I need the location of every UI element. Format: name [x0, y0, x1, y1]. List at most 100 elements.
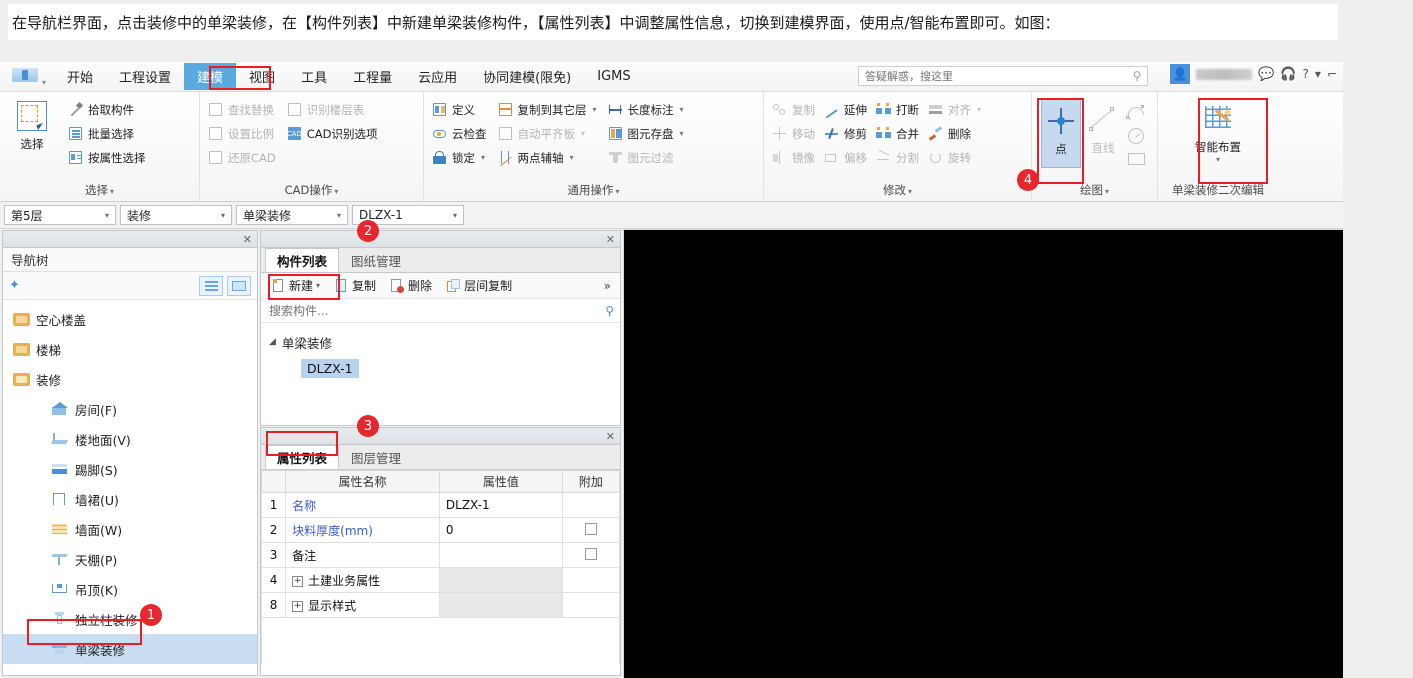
nav-tree-item-room[interactable]: 房间(F)	[3, 394, 257, 424]
component-cross-floor-copy-button[interactable]: 层间复制	[440, 275, 518, 296]
chevron-down-icon[interactable]: ▾	[1315, 67, 1321, 81]
mirror-button[interactable]: 镜像	[769, 146, 819, 169]
restore-cad-button[interactable]: 还原CAD	[205, 146, 280, 169]
set-scale-button[interactable]: 设置比例	[205, 122, 280, 145]
table-row[interactable]: 4 + 土建业务属性	[261, 567, 620, 593]
nav-tree-item-floor-surface[interactable]: 楼地面(V)	[3, 424, 257, 454]
table-row[interactable]: 3 备注	[261, 542, 620, 568]
attach-checkbox[interactable]	[584, 547, 597, 560]
search-icon[interactable]: ⚲	[1127, 69, 1147, 83]
close-icon[interactable]: ✕	[606, 233, 615, 246]
chevron-down-icon[interactable]: ▾	[680, 129, 684, 138]
drawing-line-button[interactable]: 直线	[1083, 98, 1123, 168]
property-row-value[interactable]: DLZX-1	[438, 492, 563, 518]
component-type-selector[interactable]: 单梁装修 ▾	[236, 205, 348, 225]
chevron-down-icon[interactable]: ▾	[101, 211, 113, 220]
more-icon[interactable]: ⌐	[1327, 67, 1337, 81]
chevron-down-icon[interactable]: ▾	[333, 211, 345, 220]
expand-icon[interactable]: +	[292, 600, 304, 612]
length-dimension-button[interactable]: 长度标注 ▾	[605, 98, 688, 121]
trim-button[interactable]: 修剪	[821, 122, 871, 145]
nav-tree-item-beam-decoration[interactable]: 单梁装修	[3, 634, 257, 664]
menu-tab-modeling[interactable]: 建模	[184, 63, 237, 90]
element-save-button[interactable]: 图元存盘 ▾	[605, 122, 688, 145]
menu-tab-igms[interactable]: IGMS	[584, 65, 643, 88]
nav-tree-item-wall-surface[interactable]: 墙面(W)	[3, 514, 257, 544]
element-filter-button[interactable]: 图元过滤	[605, 146, 688, 169]
tab-drawing-management[interactable]: 图纸管理	[339, 248, 413, 272]
close-icon[interactable]: ✕	[606, 430, 615, 443]
drawing-point-button[interactable]: 点	[1041, 98, 1081, 168]
chevron-down-icon[interactable]: ▾	[1216, 155, 1220, 164]
pick-component-button[interactable]: 拾取构件	[65, 98, 150, 121]
offset-button[interactable]: 偏移	[821, 146, 871, 169]
component-copy-button[interactable]: 复制	[328, 275, 382, 296]
extend-button[interactable]: 延伸	[821, 98, 871, 121]
table-row[interactable]: 2 块料厚度(mm) 0	[261, 517, 620, 543]
attach-checkbox[interactable]	[584, 522, 597, 535]
global-search-input[interactable]	[859, 68, 1127, 84]
chevron-down-icon[interactable]: ▾	[316, 281, 320, 290]
menu-tab-project-settings[interactable]: 工程设置	[106, 63, 184, 90]
expand-arrow-icon[interactable]: ◢	[269, 337, 276, 347]
component-delete-button[interactable]: 删除	[384, 275, 438, 296]
find-replace-button[interactable]: 查找替换	[205, 98, 280, 121]
copy-button[interactable]: 复制	[769, 98, 819, 121]
headset-icon[interactable]: 🎧	[1280, 67, 1296, 82]
menu-tab-cloud-apps[interactable]: 云应用	[405, 63, 470, 90]
nav-tree-item-ceiling[interactable]: 天棚(P)	[3, 544, 257, 574]
table-row[interactable]: 8 + 显示样式	[261, 592, 620, 618]
select-button[interactable]: 选择	[5, 98, 59, 154]
nav-tree-item-skirting[interactable]: 踢脚(S)	[3, 454, 257, 484]
table-row[interactable]: 1 名称 DLZX-1	[261, 492, 620, 518]
property-row-value[interactable]	[438, 542, 563, 568]
component-tree-item[interactable]: DLZX-1	[261, 355, 620, 381]
nav-tree-item-suspended-ceiling[interactable]: 吊顶(K)	[3, 574, 257, 604]
category-selector[interactable]: 装修 ▾	[120, 205, 232, 225]
component-new-button[interactable]: 新建 ▾	[265, 275, 326, 296]
merge-button[interactable]: 合并	[873, 122, 923, 145]
menu-tab-view[interactable]: 视图	[236, 63, 288, 90]
cloud-check-button[interactable]: 云检查	[429, 122, 491, 145]
tab-layer-management[interactable]: 图层管理	[339, 445, 413, 469]
nav-tree-item-decoration[interactable]: 装修	[3, 364, 257, 394]
floor-selector[interactable]: 第5层 ▾	[4, 205, 116, 225]
tab-property-list[interactable]: 属性列表	[265, 445, 340, 469]
move-button[interactable]: 移动	[769, 122, 819, 145]
smart-layout-button[interactable]: 智能布置 ▾	[1187, 98, 1249, 176]
search-icon[interactable]: ⚲	[605, 304, 614, 318]
modeling-canvas[interactable]	[624, 230, 1343, 678]
component-search-input[interactable]	[267, 302, 606, 319]
copy-to-other-floor-button[interactable]: 复制到其它层 ▾	[495, 98, 601, 121]
chevron-down-icon[interactable]: ▾	[581, 129, 585, 138]
recognize-floor-table-button[interactable]: 识别楼层表	[284, 98, 382, 121]
batch-select-button[interactable]: 批量选择	[65, 122, 150, 145]
nav-tree-item-stairs[interactable]: 楼梯	[3, 334, 257, 364]
avatar[interactable]: 👤	[1170, 64, 1191, 84]
rotate-button[interactable]: 旋转	[925, 146, 985, 169]
nav-tree-item-wainscot[interactable]: 墙裙(U)	[3, 484, 257, 514]
chat-icon[interactable]: 💬	[1258, 67, 1274, 82]
nav-tree-item-hollow-floor[interactable]: 空心楼盖	[3, 304, 257, 334]
help-icon[interactable]: ?	[1303, 67, 1309, 81]
chevron-down-icon[interactable]: ▾	[217, 211, 229, 220]
auto-align-slab-button[interactable]: 自动平齐板 ▾	[495, 122, 601, 145]
global-search-box[interactable]: ⚲	[858, 66, 1148, 86]
detail-view-toggle[interactable]	[227, 275, 251, 296]
lock-button[interactable]: 锁定 ▾	[429, 146, 491, 169]
delete-button[interactable]: 删除	[925, 122, 985, 145]
chevron-down-icon[interactable]: ▾	[481, 153, 485, 162]
list-view-toggle[interactable]	[199, 275, 223, 296]
menu-tab-collaborative-modeling[interactable]: 协同建模(限免)	[470, 63, 584, 90]
chevron-down-icon[interactable]: ▾	[977, 105, 981, 114]
menu-tab-quantity[interactable]: 工程量	[340, 63, 405, 90]
more-options-icon[interactable]: »	[604, 279, 616, 293]
split-button[interactable]: 分割	[873, 146, 923, 169]
select-by-property-button[interactable]: 按属性选择	[65, 146, 150, 169]
tab-component-list[interactable]: 构件列表	[265, 248, 340, 272]
expand-icon[interactable]: +	[292, 575, 304, 587]
chevron-down-icon[interactable]: ▾	[449, 211, 461, 220]
arc-icon[interactable]	[1125, 104, 1151, 124]
align-button[interactable]: 对齐 ▾	[925, 98, 985, 121]
circle-icon[interactable]	[1125, 127, 1151, 147]
